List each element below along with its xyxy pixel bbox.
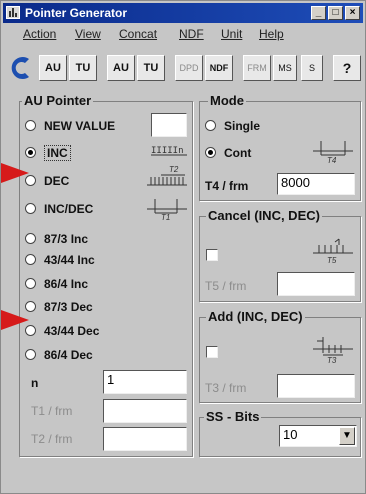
frm-button[interactable]: FRM <box>243 55 271 81</box>
menu-bar: Action View Concat NDF Unit Help <box>3 25 363 45</box>
menu-view[interactable]: View <box>75 27 101 41</box>
pointer-generator-window: Pointer Generator _ □ × Action View Conc… <box>0 0 366 494</box>
radio-icon[interactable] <box>25 349 36 360</box>
radio-icon-selected[interactable] <box>205 147 216 158</box>
t1-diagram-label: T1 <box>161 213 170 221</box>
maximize-button[interactable]: □ <box>328 6 343 20</box>
radio-icon[interactable] <box>25 203 36 214</box>
annotation-arrow-icon <box>1 163 29 183</box>
option-label: Cont <box>224 146 252 160</box>
t1-input[interactable] <box>103 399 187 423</box>
annotation-arrow-icon <box>1 310 29 330</box>
cancel-pulse-diagram: T5 <box>313 238 353 265</box>
t5-diagram-label: T5 <box>327 256 337 265</box>
mode-title: Mode <box>208 93 246 108</box>
dec-pulse-diagram: T2 <box>147 165 187 186</box>
add-pulse-diagram: T3 <box>313 337 353 365</box>
tu-button-2[interactable]: TU <box>137 55 165 81</box>
radio-icon[interactable] <box>25 254 36 265</box>
option-label: Single <box>224 119 261 133</box>
tu-button-1[interactable]: TU <box>69 55 97 81</box>
radio-icon-selected[interactable] <box>25 147 36 158</box>
n-input[interactable]: 1 <box>103 370 187 394</box>
radio-86-4-dec[interactable]: 86/4 Dec <box>25 348 93 362</box>
radio-43-44-dec[interactable]: 43/44 Dec <box>25 324 99 338</box>
radio-87-3-dec[interactable]: 87/3 Dec <box>25 300 93 314</box>
t3-diagram-label: T3 <box>327 356 337 365</box>
radio-inc[interactable]: INC <box>25 145 71 161</box>
inc-pulse-diagram: IIIIIn <box>151 146 187 156</box>
t2-label: T2 / frm <box>31 432 73 446</box>
t1-label: T1 / frm <box>31 404 73 418</box>
option-label: 43/44 Inc <box>44 253 95 267</box>
inc-dec-pulse-diagram: T1 <box>147 199 187 221</box>
radio-cont[interactable]: Cont <box>205 146 251 160</box>
option-label: 87/3 Inc <box>44 232 89 246</box>
radio-86-4-inc[interactable]: 86/4 Inc <box>25 277 88 291</box>
menu-action[interactable]: Action <box>23 27 56 41</box>
ms-button[interactable]: MS <box>273 55 297 81</box>
menu-unit[interactable]: Unit <box>221 27 242 41</box>
cont-pulse-diagram: T4 <box>313 141 353 165</box>
app-icon <box>6 6 20 19</box>
t4-diagram-label: T4 <box>327 156 337 165</box>
t4-label: T4 / frm <box>205 179 249 193</box>
radio-icon[interactable] <box>205 120 216 131</box>
option-label: INC <box>44 145 71 161</box>
new-value-input[interactable] <box>151 113 187 137</box>
radio-new-value[interactable]: NEW VALUE <box>25 119 115 133</box>
radio-icon[interactable] <box>25 233 36 244</box>
t2-diagram-label: T2 <box>169 165 179 174</box>
option-label: NEW VALUE <box>44 119 116 133</box>
minimize-button[interactable]: _ <box>311 6 326 20</box>
ss-bits-title: SS - Bits <box>204 409 262 424</box>
option-label: 86/4 Inc <box>44 277 89 291</box>
window-title: Pointer Generator <box>25 6 128 20</box>
option-label: INC/DEC <box>44 202 94 216</box>
ss-bits-value: 10 <box>283 427 298 442</box>
t3-input[interactable] <box>277 374 355 398</box>
chevron-down-icon[interactable]: ▼ <box>339 427 355 445</box>
au-button-1[interactable]: AU <box>39 55 67 81</box>
t3-label: T3 / frm <box>205 381 247 395</box>
radio-43-44-inc[interactable]: 43/44 Inc <box>25 253 95 267</box>
radio-icon[interactable] <box>25 120 36 131</box>
option-label: 86/4 Dec <box>44 348 93 362</box>
radio-inc-dec[interactable]: INC/DEC <box>25 202 93 216</box>
add-title: Add (INC, DEC) <box>206 309 305 324</box>
ndf-button[interactable]: NDF <box>205 55 233 81</box>
radio-icon[interactable] <box>25 278 36 289</box>
menu-ndf[interactable]: NDF <box>179 27 204 41</box>
option-label: 43/44 Dec <box>44 324 100 338</box>
help-button[interactable]: ? <box>333 55 361 81</box>
close-button[interactable]: × <box>345 6 360 20</box>
add-checkbox[interactable] <box>206 346 218 358</box>
t5-input[interactable] <box>277 272 355 296</box>
n-label: n <box>31 376 39 390</box>
toolbar: AU TU AU TU DPD NDF FRM MS S ? <box>3 49 363 85</box>
ss-bits-select[interactable]: 10 ▼ <box>279 425 357 447</box>
option-label: DEC <box>44 174 70 188</box>
title-bar: Pointer Generator _ □ × <box>3 3 363 23</box>
option-label: 87/3 Dec <box>44 300 93 314</box>
t4-input[interactable]: 8000 <box>277 173 355 195</box>
back-arrow-icon[interactable] <box>7 55 33 81</box>
t5-label: T5 / frm <box>205 279 247 293</box>
cancel-title: Cancel (INC, DEC) <box>206 208 322 223</box>
au-pointer-title: AU Pointer <box>22 93 94 108</box>
t2-input[interactable] <box>103 427 187 451</box>
cancel-checkbox[interactable] <box>206 249 218 261</box>
menu-help[interactable]: Help <box>259 27 284 41</box>
dpd-button[interactable]: DPD <box>175 55 203 81</box>
au-button-2[interactable]: AU <box>107 55 135 81</box>
radio-dec[interactable]: DEC <box>25 174 69 188</box>
menu-concat[interactable]: Concat <box>119 27 157 41</box>
radio-single[interactable]: Single <box>205 119 260 133</box>
s-button[interactable]: S <box>301 55 323 81</box>
radio-87-3-inc[interactable]: 87/3 Inc <box>25 232 88 246</box>
